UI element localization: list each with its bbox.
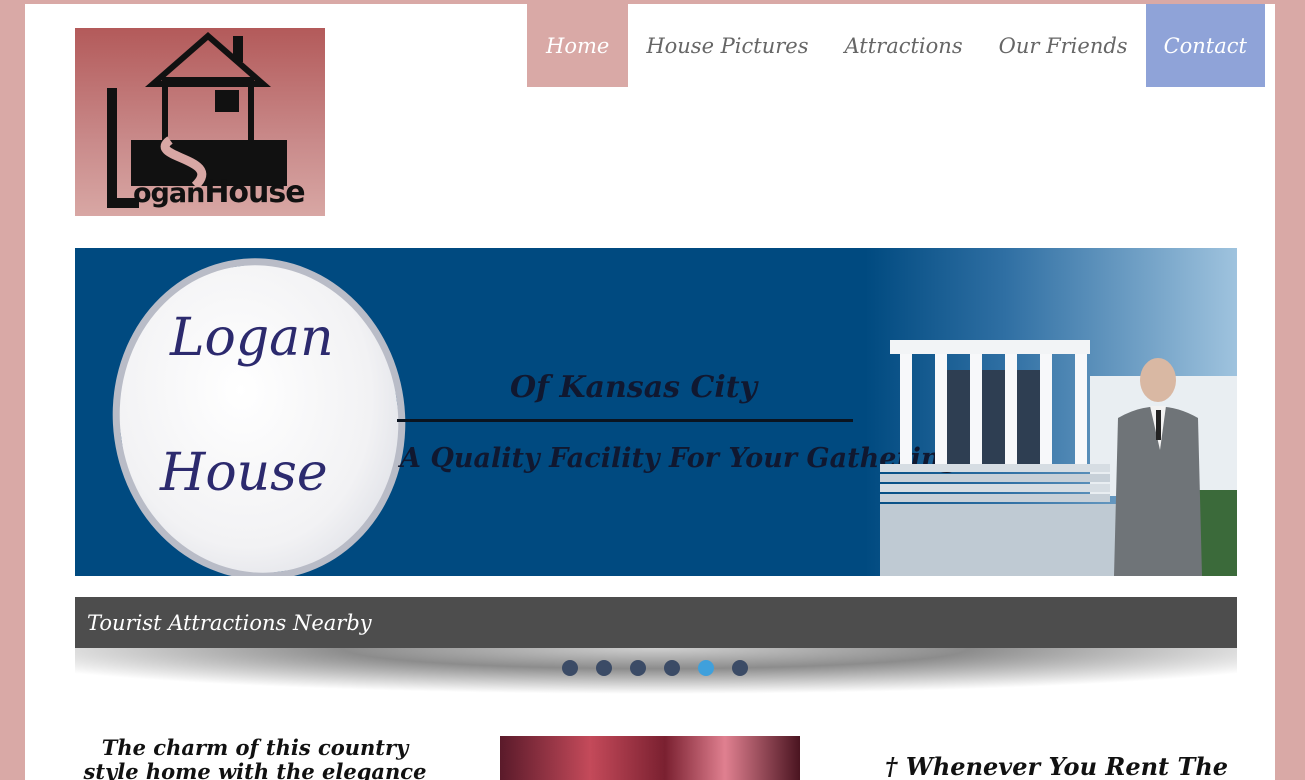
hero-divider (397, 419, 853, 422)
slider-dot-3[interactable] (630, 660, 646, 676)
slider-dot-4[interactable] (664, 660, 680, 676)
logo-wordmark: oganHouse (133, 175, 306, 210)
library-building-photo (880, 340, 1237, 576)
logo-word-house: House (204, 175, 305, 210)
hero-tagline: A Quality Facility For Your Gathering (400, 443, 960, 474)
site-logo[interactable]: oganHouse (75, 28, 325, 216)
logo-word-logan: ogan (133, 178, 205, 209)
intro-text: The charm of this country style home wit… (83, 735, 427, 780)
oval-text-logan: Logan (170, 308, 334, 368)
slider-dot-5[interactable] (698, 660, 714, 676)
hero-slide[interactable]: Logan House Of Kansas City A Quality Fac… (75, 248, 1237, 576)
nav-contact[interactable]: Contact (1145, 4, 1265, 87)
hero-title: Of Kansas City (510, 370, 758, 405)
nav-attractions[interactable]: Attractions (827, 4, 981, 87)
slider-pagination (562, 660, 748, 676)
main-nav: Home House Pictures Attractions Our Frie… (527, 4, 1265, 87)
nav-home[interactable]: Home (527, 4, 629, 87)
rental-heading: † Whenever You Rent The (885, 752, 1229, 780)
page: oganHouse Home House Pictures Attraction… (25, 4, 1275, 780)
oval-text-house: House (160, 443, 328, 503)
slider-dot-6[interactable] (732, 660, 748, 676)
slider-dot-2[interactable] (596, 660, 612, 676)
slider-dot-1[interactable] (562, 660, 578, 676)
logan-house-oval-emblem (92, 248, 426, 576)
nav-house-pictures[interactable]: House Pictures (628, 4, 826, 87)
event-photo[interactable] (500, 736, 800, 780)
slide-caption: Tourist Attractions Nearby (75, 597, 1237, 648)
nav-our-friends[interactable]: Our Friends (981, 4, 1146, 87)
